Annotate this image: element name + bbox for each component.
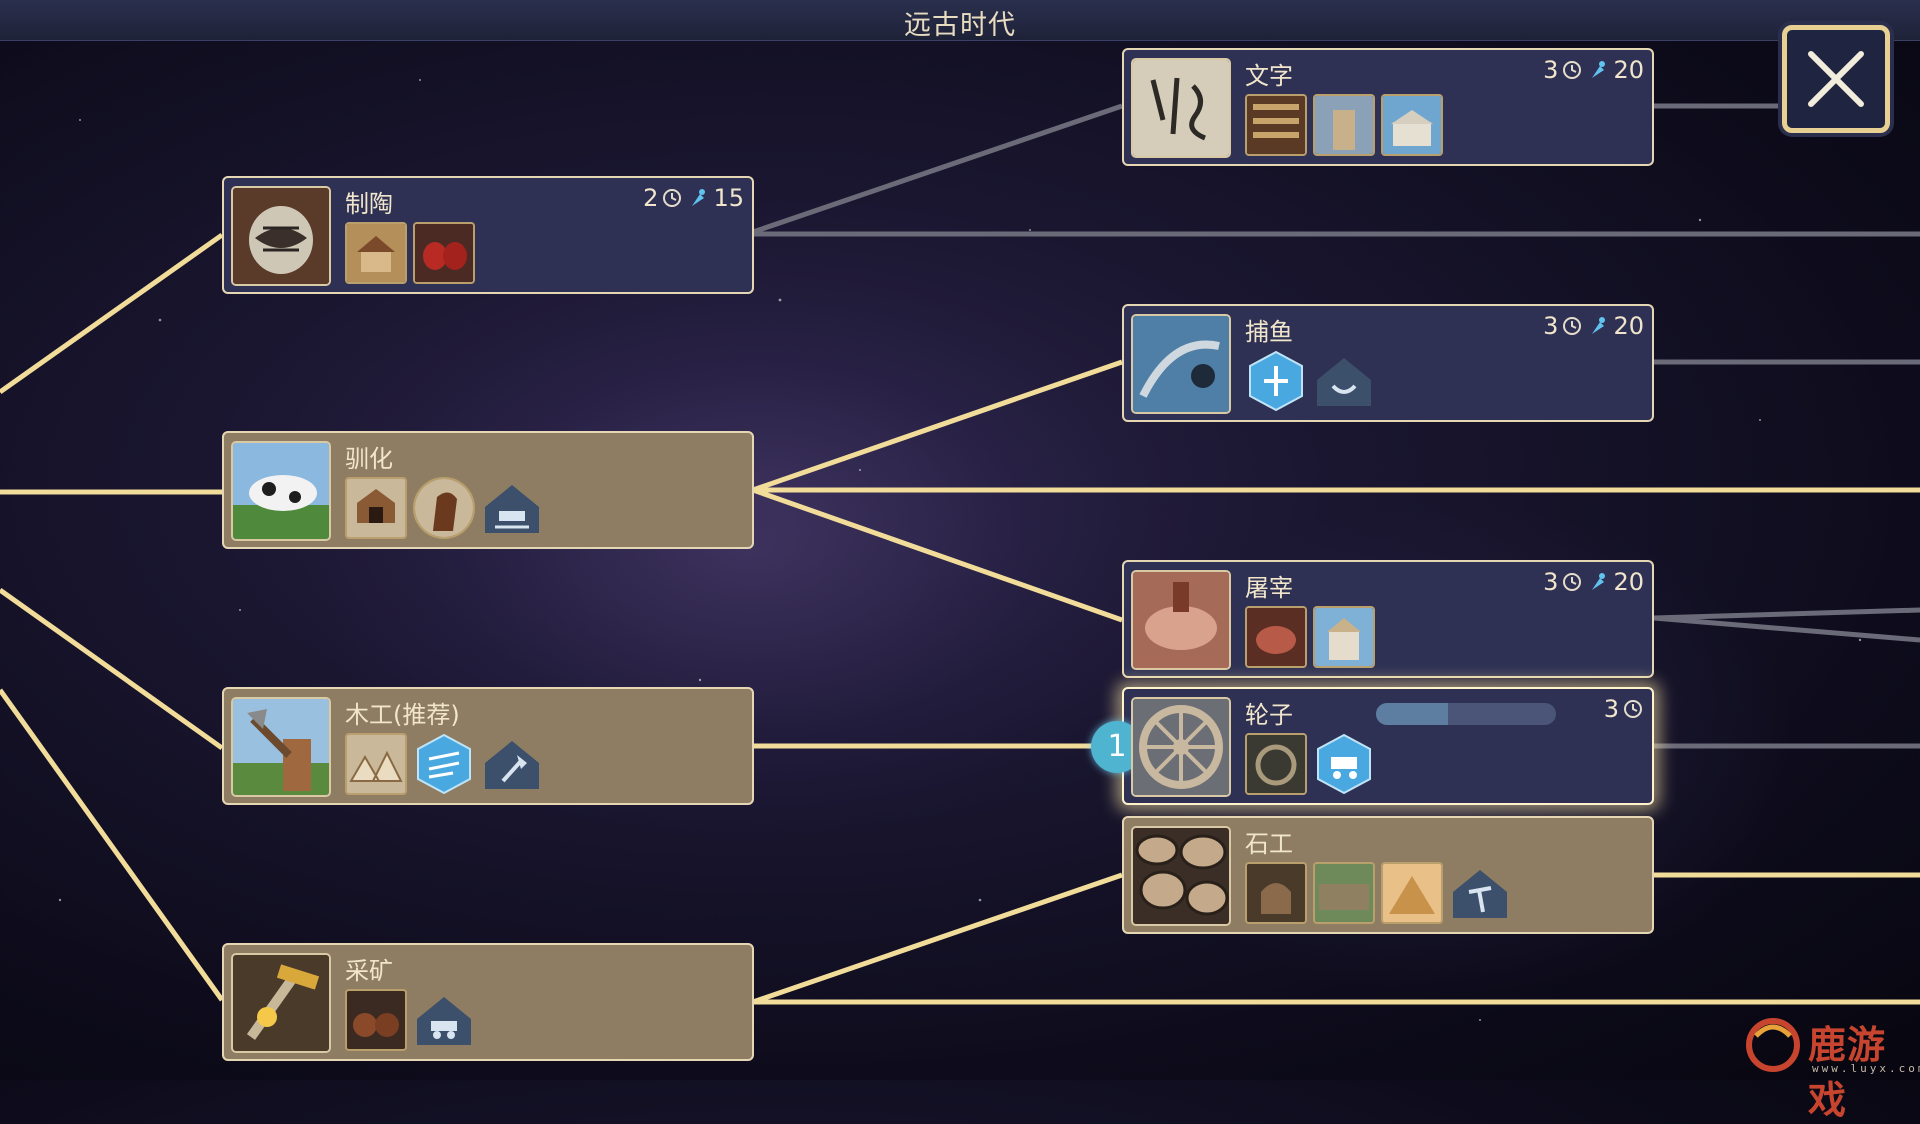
tech-cost: 3 20: [1543, 56, 1644, 84]
watermark-url: www.luyx.com: [1812, 1062, 1920, 1075]
fishing-boat-hex-icon[interactable]: [1245, 350, 1307, 412]
ore-sacks-icon[interactable]: [345, 989, 407, 1051]
tech-title: 制陶: [345, 190, 393, 218]
science-value: 20: [1613, 56, 1644, 84]
science-value: 20: [1613, 312, 1644, 340]
tech-cost: 2 15: [643, 184, 744, 212]
cart-hex-icon[interactable]: [1313, 733, 1375, 795]
domestication-portrait: [231, 441, 331, 541]
turns-icon: [1563, 573, 1582, 591]
science-value: 15: [713, 184, 744, 212]
writing-portrait: [1131, 58, 1231, 158]
close-button[interactable]: [1782, 25, 1890, 133]
tech-title: 文字: [1245, 62, 1293, 90]
watermark-logo-icon: [1746, 1018, 1800, 1072]
tech-title: 捕鱼: [1245, 318, 1293, 346]
meat-icon[interactable]: [1245, 606, 1307, 668]
mine-cart-house-icon[interactable]: [413, 989, 475, 1051]
tech-node-masonry[interactable]: 石工: [1122, 816, 1654, 934]
science-icon: [1592, 317, 1606, 334]
site-watermark: 鹿游戏 www.luyx.com: [1738, 1010, 1920, 1122]
tech-cost: 3: [1604, 695, 1644, 723]
tech-node-writing[interactable]: 文字 3 20: [1122, 48, 1654, 166]
wall-icon[interactable]: [1313, 862, 1375, 924]
lumber-hex-icon[interactable]: [413, 733, 475, 795]
tech-node-pottery[interactable]: 制陶 2 15: [222, 176, 754, 294]
research-progress-bar: [1376, 703, 1556, 725]
tech-title: 轮子: [1245, 701, 1293, 729]
turns-icon: [1563, 317, 1582, 335]
mining-portrait: [231, 953, 331, 1053]
tech-title: 采矿: [345, 957, 393, 985]
temple-wonder-icon[interactable]: [1313, 606, 1375, 668]
turns-value: 3: [1603, 695, 1619, 723]
turns-icon: [1624, 700, 1642, 718]
turns-icon: [1563, 61, 1582, 79]
tech-cost: 3 20: [1543, 312, 1644, 340]
science-icon: [1592, 61, 1606, 78]
tech-node-wheel[interactable]: 1 轮子 3: [1091, 687, 1654, 805]
turns-value: 3: [1543, 56, 1559, 84]
tech-node-carpentry[interactable]: 木工(推荐): [222, 687, 754, 805]
red-pottery-icon[interactable]: [413, 222, 475, 284]
close-icon: [1808, 51, 1864, 107]
butchery-portrait: [1131, 570, 1231, 670]
turns-value: 2: [643, 184, 659, 212]
kennel-icon[interactable]: [345, 477, 407, 539]
fishing-portrait: [1131, 314, 1231, 414]
tech-node-fishing[interactable]: 捕鱼 3 20: [1122, 304, 1654, 422]
masonry-portrait: [1131, 826, 1231, 926]
tech-title: 驯化: [345, 445, 393, 473]
tech-node-domestication[interactable]: 驯化: [222, 431, 754, 549]
science-icon: [1592, 573, 1606, 590]
horse-icon[interactable]: [413, 477, 475, 539]
science-icon: [692, 189, 706, 206]
axe-house-icon[interactable]: [481, 733, 543, 795]
great-library-icon[interactable]: [1381, 94, 1443, 156]
turns-value: 3: [1543, 312, 1559, 340]
science-value: 20: [1613, 568, 1644, 596]
pottery-portrait: [231, 186, 331, 286]
carpentry-portrait: [231, 697, 331, 797]
wheel-portrait: [1131, 697, 1231, 797]
fishing-house-icon[interactable]: [1313, 350, 1375, 412]
tech-node-butchery[interactable]: 屠宰 3 20: [1122, 560, 1654, 678]
turns-icon: [663, 189, 682, 207]
tech-node-mining[interactable]: 采矿: [222, 943, 754, 1061]
pyramid-icon[interactable]: [1381, 862, 1443, 924]
temple-icon[interactable]: [1313, 94, 1375, 156]
pasture-house-icon[interactable]: [481, 477, 543, 539]
library-icon[interactable]: [1245, 94, 1307, 156]
tech-title: 屠宰: [1245, 574, 1293, 602]
water-mill-icon[interactable]: [1245, 733, 1307, 795]
granary-building-icon[interactable]: [345, 222, 407, 284]
quarry-house-icon[interactable]: [1449, 862, 1511, 924]
turns-value: 3: [1543, 568, 1559, 596]
tech-cost: 3 20: [1543, 568, 1644, 596]
tech-title: 木工(推荐): [345, 701, 460, 729]
kiln-icon[interactable]: [1245, 862, 1307, 924]
tech-title: 石工: [1245, 830, 1293, 858]
tents-icon[interactable]: [345, 733, 407, 795]
